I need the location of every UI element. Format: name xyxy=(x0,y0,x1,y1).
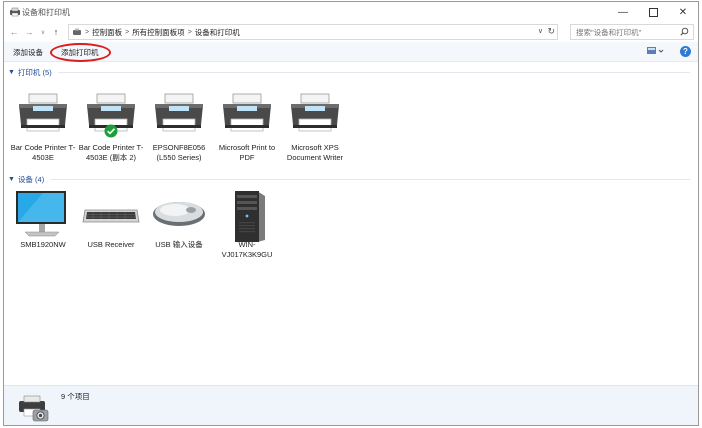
item-label: Microsoft XPS Document Writer xyxy=(286,143,344,162)
close-icon: ✕ xyxy=(678,6,688,18)
printer-item[interactable]: EPSONF8E056 (L550 Series) xyxy=(146,91,212,163)
up-arrow-icon: ↑ xyxy=(53,27,59,37)
control-panel-icon xyxy=(73,28,81,35)
breadcrumb-separator: > xyxy=(85,28,90,36)
device-item[interactable]: WIN-VJ017K3K9GU xyxy=(214,188,280,260)
collapse-chevron-icon: ▼ xyxy=(8,68,15,76)
item-count: 9 个项目 xyxy=(61,392,90,401)
printer-icon xyxy=(149,91,209,141)
window-title: 设备和打印机 xyxy=(22,8,70,17)
search-icon xyxy=(680,27,689,36)
item-label: USB Receiver xyxy=(87,240,135,249)
back-button[interactable]: ← xyxy=(8,25,20,39)
printer-icon xyxy=(13,91,73,141)
address-input[interactable]: > 控制面板 > 所有控制面板项 > 设备和打印机 ∨ ↻ xyxy=(68,24,558,40)
minimize-icon: — xyxy=(618,6,628,18)
computer-tower-icon xyxy=(217,188,277,242)
breadcrumb-all-items[interactable]: 所有控制面板项 xyxy=(132,27,185,38)
printer-item[interactable]: Bar Code Printer T-4503E xyxy=(10,91,76,163)
help-icon[interactable]: ? xyxy=(680,46,691,57)
group-title: 设备 (4) xyxy=(17,174,45,184)
group-header-printers[interactable]: ▼ 打印机 (5) xyxy=(4,66,698,78)
maximize-icon xyxy=(648,7,658,17)
title-bar: 设备和打印机 — ✕ xyxy=(4,2,698,22)
recent-locations-button[interactable]: ∨ xyxy=(37,25,49,39)
add-device-button[interactable]: 添加设备 xyxy=(13,47,43,58)
device-item[interactable]: SMB1920NW xyxy=(10,188,76,250)
device-item[interactable]: USB Receiver xyxy=(78,188,144,250)
breadcrumb-separator: > xyxy=(125,28,130,36)
close-button[interactable]: ✕ xyxy=(668,2,698,22)
printer-item[interactable]: Bar Code Printer T-4503E (副本 2) xyxy=(78,91,144,163)
collapse-chevron-icon: ▼ xyxy=(8,175,15,183)
forward-button[interactable]: → xyxy=(23,25,35,39)
highlight-annotation xyxy=(50,43,111,62)
view-options-icon xyxy=(647,47,664,54)
breadcrumb-separator: > xyxy=(187,28,192,36)
printer-camera-icon xyxy=(19,395,49,422)
printer-icon xyxy=(285,91,345,141)
group-title: 打印机 (5) xyxy=(17,67,52,77)
maximize-button[interactable] xyxy=(638,2,668,22)
item-label: Microsoft Print to PDF xyxy=(218,143,276,162)
address-dropdown-icon[interactable]: ∨ xyxy=(538,27,543,35)
refresh-icon[interactable]: ↻ xyxy=(547,26,555,37)
printer-icon xyxy=(81,91,141,141)
change-view-button[interactable] xyxy=(647,46,667,58)
chevron-down-icon: ∨ xyxy=(40,29,46,36)
forward-arrow-icon: → xyxy=(24,27,34,37)
devices-printers-app-icon xyxy=(10,7,20,17)
item-label: EPSONF8E056 (L550 Series) xyxy=(152,143,206,162)
back-arrow-icon: ← xyxy=(9,27,19,37)
printer-item[interactable]: Microsoft Print to PDF xyxy=(214,91,280,163)
printer-item[interactable]: Microsoft XPS Document Writer xyxy=(282,91,348,163)
search-placeholder: 搜索"设备和打印机" xyxy=(576,27,642,37)
group-divider xyxy=(50,178,690,180)
item-label: Bar Code Printer T-4503E xyxy=(10,143,76,162)
monitor-icon xyxy=(13,188,73,238)
search-input[interactable]: 搜索"设备和打印机" xyxy=(570,24,694,40)
breadcrumb-control-panel[interactable]: 控制面板 xyxy=(92,27,122,38)
keyboard-icon xyxy=(81,188,141,238)
printer-icon xyxy=(217,91,277,141)
devices-and-printers-window: 设备和打印机 — ✕ ← → ∨ ↑ > 控制面板 > 所有控制面板项 > 设备… xyxy=(3,1,699,426)
default-printer-check-icon xyxy=(104,124,118,138)
group-header-devices[interactable]: ▼ 设备 (4) xyxy=(4,173,698,185)
group-divider xyxy=(57,71,690,73)
address-bar: ← → ∨ ↑ > 控制面板 > 所有控制面板项 > 设备和打印机 ∨ ↻ 搜索… xyxy=(4,22,698,42)
mouse-icon xyxy=(149,188,209,238)
minimize-button[interactable]: — xyxy=(608,2,638,22)
item-label: Bar Code Printer T-4503E (副本 2) xyxy=(78,143,144,162)
status-bar: 9 个项目 xyxy=(4,385,698,425)
item-label: USB 输入设备 xyxy=(155,240,203,249)
device-item[interactable]: USB 输入设备 xyxy=(146,188,212,250)
breadcrumb-devices-printers[interactable]: 设备和打印机 xyxy=(195,27,240,38)
up-button[interactable]: ↑ xyxy=(50,25,62,39)
